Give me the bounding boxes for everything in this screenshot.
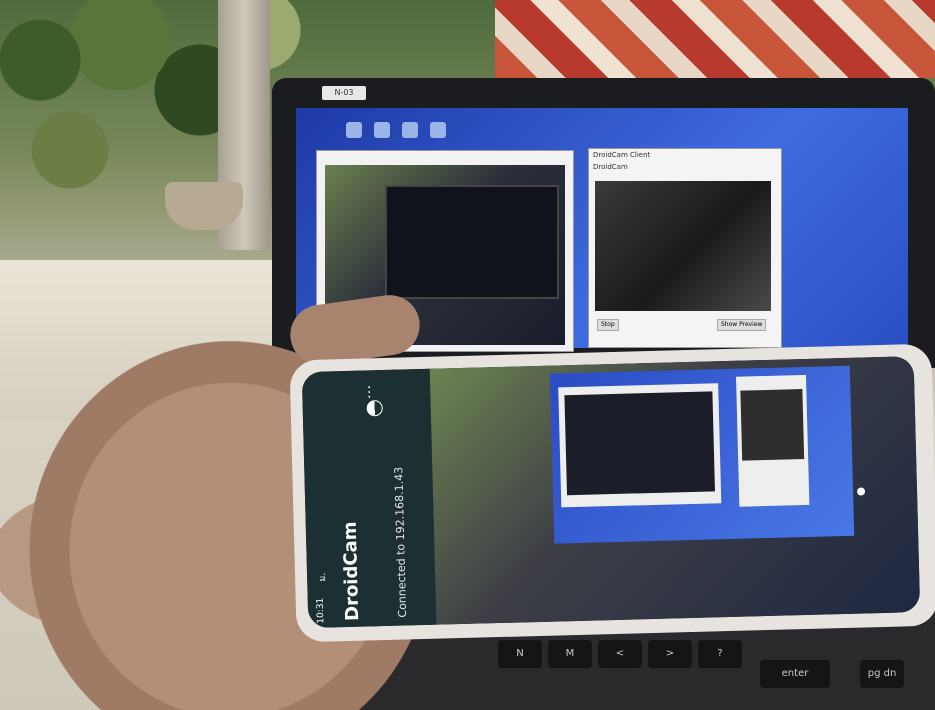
key: pg dn (860, 660, 904, 688)
preview-side-image (916, 384, 921, 596)
droidcam-client-window: DroidCam Client DroidCam Stop Show Previ… (588, 148, 782, 348)
key: enter (760, 660, 830, 688)
preview-laptop-screen (549, 365, 855, 544)
status-time: 10:31 (315, 597, 327, 624)
droidcam-app-panel: 10:31 ม. DroidCam Connected to 192.168.1… (301, 368, 437, 629)
photo-scene: N-03 DroidCam Client DroidCam Stop Show … (0, 0, 935, 710)
desktop-icon (430, 122, 446, 138)
app-title: DroidCam (339, 521, 364, 622)
key: > (648, 640, 692, 668)
contrast-icon[interactable] (366, 400, 383, 417)
laptop-tag: N-03 (322, 86, 366, 100)
phone-screen: 10:31 ม. DroidCam Connected to 192.168.1… (301, 356, 921, 629)
camera-preview (429, 356, 921, 625)
status-indicator: ม. (317, 572, 329, 582)
phone: 10:31 ม. DroidCam Connected to 192.168.1… (289, 343, 935, 643)
key: < (598, 640, 642, 668)
connection-status: Connected to 192.168.1.43 (392, 466, 410, 618)
background-cloth (495, 0, 935, 78)
key: M (548, 640, 592, 668)
window-title: DroidCam Client (593, 151, 651, 159)
desktop-icon (346, 122, 362, 138)
more-vert-icon[interactable]: ⋮ (362, 384, 376, 400)
window-subtitle: DroidCam (593, 163, 628, 171)
stop-button[interactable]: Stop (597, 319, 619, 331)
capture-button-icon[interactable] (856, 487, 866, 496)
key: N (498, 640, 542, 668)
desktop-icon (402, 122, 418, 138)
video-feed (595, 181, 771, 311)
show-preview-button[interactable]: Show Preview (717, 319, 767, 331)
desktop-icon (374, 122, 390, 138)
key: ? (698, 640, 742, 668)
background-pot (165, 182, 243, 230)
